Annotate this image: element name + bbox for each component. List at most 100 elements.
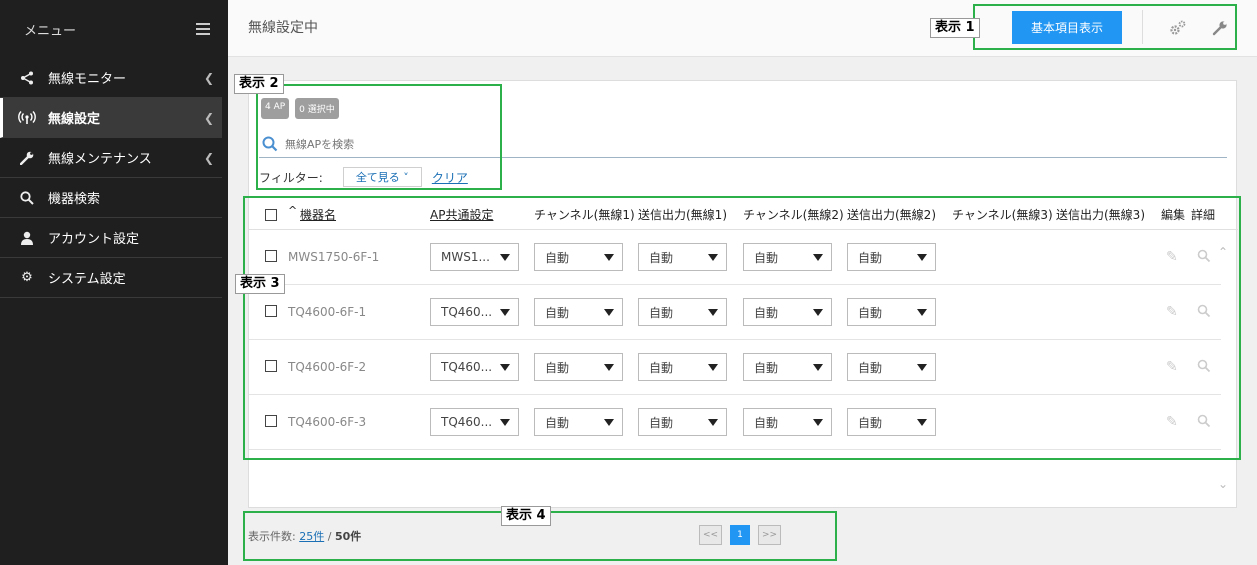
dropdown-arrow-icon	[604, 418, 614, 426]
channel-1-select[interactable]: 自動	[534, 243, 623, 271]
gears-icon[interactable]	[1168, 18, 1188, 38]
tx-power-2-select[interactable]: 自動	[847, 408, 936, 436]
tx-power-1-select[interactable]: 自動	[638, 243, 727, 271]
column-tx-power-2: 送信出力(無線2)	[847, 208, 936, 222]
detail-search-icon[interactable]	[1197, 414, 1211, 428]
select-all-checkbox[interactable]	[265, 209, 277, 221]
separator: /	[327, 530, 332, 543]
tx-power-2-select[interactable]: 自動	[847, 298, 936, 326]
tx-power-1-select[interactable]: 自動	[638, 353, 727, 381]
dropdown-arrow-icon	[813, 253, 823, 261]
table-row: MWS1750-6F-1 MWS1... 自動 自動 自動 自動 ✎	[249, 230, 1221, 285]
column-edit: 編集	[1161, 208, 1186, 222]
tx-power-1-select[interactable]: 自動	[638, 408, 727, 436]
channel-2-select[interactable]: 自動	[743, 353, 832, 381]
ap-common-select[interactable]: TQ460...	[430, 298, 519, 326]
sidebar-item-device-search[interactable]: 機器検索	[0, 178, 222, 218]
detail-search-icon[interactable]	[1197, 359, 1211, 373]
edit-pencil-icon[interactable]: ✎	[1166, 359, 1178, 375]
pagination-summary: 表示件数: 25件 / 50件	[248, 528, 361, 544]
channel-1-select[interactable]: 自動	[534, 298, 623, 326]
share-icon	[18, 69, 36, 87]
channel-1-select[interactable]: 自動	[534, 353, 623, 381]
sidebar-item-system-settings[interactable]: ⚙ システム設定	[0, 258, 222, 298]
sidebar-item-wireless-monitor[interactable]: 無線モニター ❮	[0, 58, 222, 98]
channel-2-select[interactable]: 自動	[743, 298, 832, 326]
filter-dropdown[interactable]: 全て見る ˅	[342, 167, 422, 187]
column-ap-common[interactable]: AP共通設定	[430, 206, 493, 223]
filter-row: フィルター: 全て見る ˅ クリア	[259, 167, 468, 187]
column-detail: 詳細	[1191, 208, 1216, 222]
column-tx-power-1: 送信出力(無線1)	[638, 208, 727, 222]
clear-filter-link[interactable]: クリア	[432, 169, 468, 186]
dropdown-arrow-icon	[500, 253, 510, 261]
channel-1-select[interactable]: 自動	[534, 408, 623, 436]
search-bar	[259, 131, 1227, 158]
edit-pencil-icon[interactable]: ✎	[1166, 304, 1178, 320]
pager: << 1 >>	[699, 525, 781, 545]
dropdown-arrow-icon	[708, 308, 718, 316]
sidebar-item-wireless-maintenance[interactable]: 無線メンテナンス ❮	[0, 138, 222, 178]
sidebar-item-label: 無線モニター	[48, 72, 127, 87]
column-device-name[interactable]: 機器名	[300, 206, 336, 223]
ap-common-select[interactable]: MWS1...	[430, 243, 519, 271]
basic-items-button[interactable]: 基本項目表示	[1012, 11, 1122, 44]
ap-common-select[interactable]: TQ460...	[430, 408, 519, 436]
sidebar-item-label: システム設定	[48, 272, 126, 287]
sort-asc-icon[interactable]: ^	[288, 204, 297, 217]
dropdown-arrow-icon	[917, 418, 927, 426]
search-input[interactable]	[285, 137, 685, 151]
scroll-down-icon[interactable]: ⌄	[1218, 477, 1228, 491]
dropdown-arrow-icon	[813, 363, 823, 371]
topbar: 無線設定中 基本項目表示	[228, 0, 1257, 57]
tx-power-2-select[interactable]: 自動	[847, 243, 936, 271]
annotation-label-3: 表示 3	[235, 274, 285, 294]
prev-page-button[interactable]: <<	[699, 525, 722, 545]
next-page-button[interactable]: >>	[758, 525, 781, 545]
dropdown-arrow-icon	[917, 253, 927, 261]
dropdown-arrow-icon	[708, 253, 718, 261]
row-checkbox[interactable]	[265, 415, 277, 427]
channel-2-select[interactable]: 自動	[743, 408, 832, 436]
ap-common-select[interactable]: TQ460...	[430, 353, 519, 381]
page-1-button[interactable]: 1	[730, 525, 750, 545]
total-count: 50件	[334, 530, 362, 543]
annotation-label-4: 表示 4	[501, 506, 551, 526]
dropdown-arrow-icon	[604, 253, 614, 261]
dropdown-arrow-icon	[500, 363, 510, 371]
gear-icon: ⚙	[21, 270, 33, 285]
device-name: TQ4600-6F-2	[288, 360, 367, 374]
search-icon	[262, 136, 278, 152]
detail-search-icon[interactable]	[1197, 304, 1211, 318]
chevron-left-icon: ❮	[203, 70, 214, 85]
column-tx-power-3: 送信出力(無線3)	[1056, 208, 1145, 222]
table-row: TQ4600-6F-1 TQ460... 自動 自動 自動 自動 ✎	[249, 285, 1221, 340]
dropdown-arrow-icon	[813, 418, 823, 426]
sidebar: メニュー 無線モニター ❮ 無線設定 ❮ 無線メンテナンス ❮ 機器検索 アカウ…	[0, 0, 228, 565]
tx-power-2-select[interactable]: 自動	[847, 353, 936, 381]
dropdown-arrow-icon	[708, 363, 718, 371]
sidebar-item-wireless-settings[interactable]: 無線設定 ❮	[0, 98, 222, 138]
scroll-up-icon[interactable]: ⌃	[1218, 245, 1228, 259]
dropdown-arrow-icon	[604, 363, 614, 371]
edit-pencil-icon[interactable]: ✎	[1166, 414, 1178, 430]
channel-2-select[interactable]: 自動	[743, 243, 832, 271]
chevron-left-icon: ❮	[203, 110, 214, 125]
detail-search-icon[interactable]	[1197, 249, 1211, 263]
tx-power-1-select[interactable]: 自動	[638, 298, 727, 326]
wrench-icon[interactable]	[1210, 18, 1230, 38]
sidebar-item-account-settings[interactable]: アカウント設定	[0, 218, 222, 258]
filter-label: フィルター:	[259, 170, 323, 185]
divider	[1142, 10, 1143, 44]
row-checkbox[interactable]	[265, 305, 277, 317]
sidebar-item-label: 無線メンテナンス	[48, 152, 152, 167]
edit-pencil-icon[interactable]: ✎	[1166, 249, 1178, 265]
row-checkbox[interactable]	[265, 360, 277, 372]
hamburger-menu-icon[interactable]	[196, 23, 210, 35]
row-checkbox[interactable]	[265, 250, 277, 262]
sidebar-item-label: 無線設定	[48, 112, 101, 127]
count-badges: 4 AP 0 選択中	[261, 98, 339, 119]
per-page-link[interactable]: 25件	[299, 530, 324, 543]
table-row: TQ4600-6F-2 TQ460... 自動 自動 自動 自動 ✎	[249, 340, 1221, 395]
device-name: TQ4600-6F-3	[288, 415, 367, 429]
